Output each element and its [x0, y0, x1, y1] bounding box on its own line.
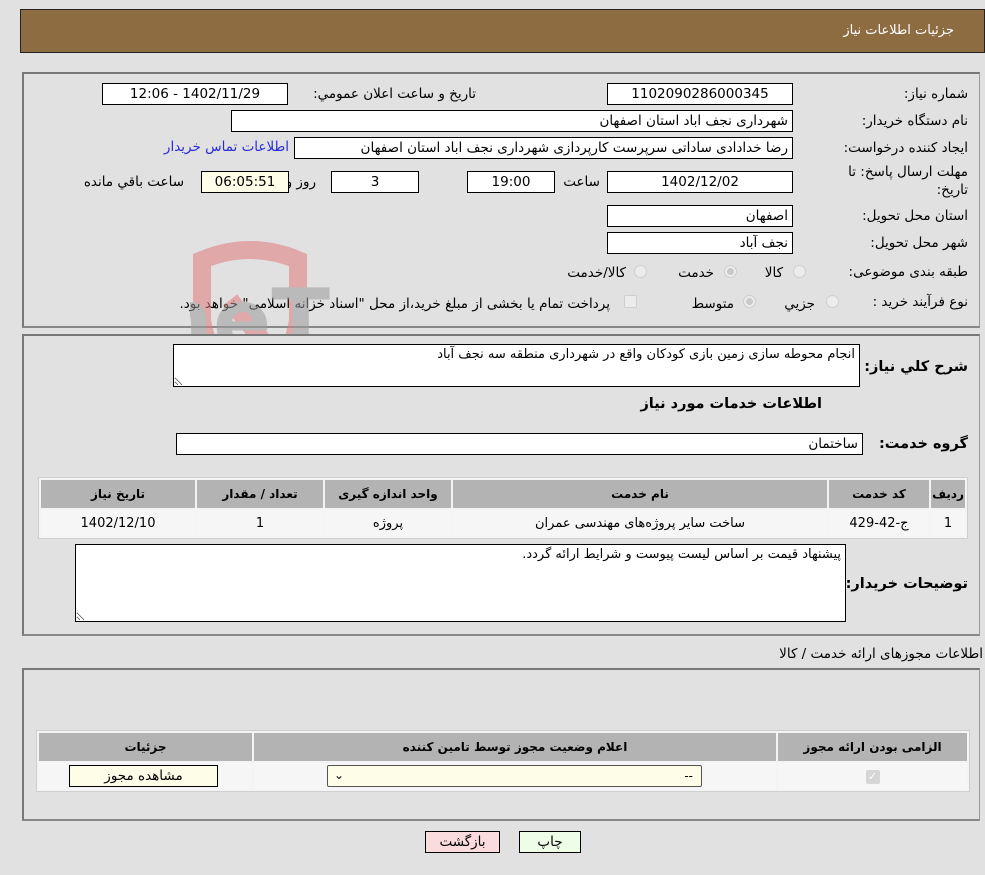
col-permit-required: الزامی بودن ارائه مجوز — [778, 733, 967, 761]
description-textarea[interactable]: انجام محوطه سازی زمین بازی کودکان واقع د… — [173, 344, 860, 387]
days-label: روز و — [285, 174, 316, 190]
col-need-date: تاريخ نياز — [41, 480, 195, 508]
announce-label: تاريخ و ساعت اعلان عمومي: — [313, 86, 476, 102]
page-title-bar: جزئيات اطلاعات نياز — [20, 9, 985, 53]
permits-heading: اطلاعات مجوزهای ارائه خدمت / کالا — [779, 646, 983, 662]
creator-label: ايجاد کننده درخواست: — [843, 140, 968, 156]
col-permit-details: جزئيات — [39, 733, 252, 761]
services-heading: اطلاعات خدمات مورد نياز — [640, 396, 822, 412]
deadline-label: مهلت ارسال پاسخ: تا — [848, 164, 968, 180]
process-radio-medium[interactable] — [743, 295, 756, 308]
permit-status-select[interactable]: -- ⌄ — [327, 765, 702, 787]
description-label: شرح کلي نياز: — [864, 359, 968, 375]
need-number-field: 1102090286000345 — [607, 83, 793, 105]
city-field: نجف آباد — [607, 232, 793, 254]
city-label: شهر محل تحويل: — [870, 235, 968, 251]
cell-quantity: 1 — [197, 510, 323, 536]
deadline-time-field: 19:00 — [467, 171, 555, 193]
deadline-date-field: 1402/12/02 — [607, 171, 793, 193]
col-row-number: رديف — [931, 480, 965, 508]
deadline-time-label: ساعت — [563, 174, 600, 190]
process-option-medium: متوسط — [691, 296, 734, 312]
deadline-label-date: تاريخ: — [936, 182, 968, 198]
province-label: استان محل تحويل: — [862, 208, 968, 224]
treasury-checkbox[interactable] — [624, 295, 637, 308]
services-table-header: رديف کد خدمت نام خدمت واحد اندازه گيری ت… — [41, 480, 965, 508]
page-title: جزئيات اطلاعات نياز — [843, 23, 954, 38]
col-quantity: تعداد / مقدار — [197, 480, 323, 508]
back-button[interactable]: بازگشت — [425, 831, 500, 853]
category-option-goods: کالا — [764, 265, 783, 281]
permit-required-checkbox[interactable]: ✓ — [865, 769, 880, 784]
permit-status-value: -- — [684, 769, 693, 783]
process-type-label: نوع فرآيند خريد : — [872, 294, 968, 310]
view-permit-button[interactable]: مشاهده مجوز — [69, 765, 218, 787]
service-group-field: ساختمان — [176, 433, 863, 455]
col-service-code: کد خدمت — [829, 480, 929, 508]
col-service-name: نام خدمت — [453, 480, 827, 508]
category-option-service: خدمت — [678, 265, 714, 281]
buyer-notes-label: توضيحات خريدار: — [845, 576, 968, 592]
buyer-org-label: نام دستگاه خريدار: — [861, 113, 968, 129]
time-remaining-field: 06:05:51 — [201, 171, 289, 193]
service-group-label: گروه خدمت: — [878, 436, 968, 452]
announce-field: 1402/11/29 - 12:06 — [102, 83, 288, 105]
category-option-goods-service: کالا/خدمت — [567, 265, 626, 281]
permits-table-header: الزامی بودن ارائه مجوز اعلام وضعيت مجوز … — [39, 733, 967, 761]
buyer-org-field: شهرداری نجف اباد استان اصفهان — [231, 110, 793, 132]
cell-service-name: ساخت سایر پروژه‌های مهندسی عمران — [453, 510, 827, 536]
time-remaining-label: ساعت باقي مانده — [83, 174, 184, 190]
province-field: اصفهان — [607, 205, 793, 227]
category-radio-goods[interactable] — [793, 265, 806, 278]
col-permit-status: اعلام وضعيت مجوز توسط تامين کننده — [254, 733, 776, 761]
cell-row-number: 1 — [931, 510, 965, 536]
creator-field: رضا خدادادی ساداتی سرپرست کارپردازی شهرد… — [294, 137, 793, 159]
col-unit: واحد اندازه گيری — [325, 480, 451, 508]
category-radio-goods-service[interactable] — [634, 265, 647, 278]
process-radio-minor[interactable] — [826, 295, 839, 308]
cell-unit: پروژه — [325, 510, 451, 536]
cell-service-code: ج-42-429 — [829, 510, 929, 536]
services-table: رديف کد خدمت نام خدمت واحد اندازه گيری ت… — [38, 477, 968, 539]
treasury-note: پرداخت تمام يا بخشی از مبلغ خريد،از محل … — [179, 296, 610, 312]
chevron-down-icon: ⌄ — [334, 768, 345, 782]
category-radio-service[interactable] — [724, 265, 737, 278]
table-row: 1 ج-42-429 ساخت سایر پروژه‌های مهندسی عم… — [41, 510, 965, 536]
category-label: طبقه بندی موضوعی: — [848, 264, 968, 280]
print-button[interactable]: چاپ — [519, 831, 581, 853]
cell-need-date: 1402/12/10 — [41, 510, 195, 536]
process-option-minor: جزيي — [784, 296, 815, 312]
buyer-notes-textarea[interactable]: پیشنهاد قیمت بر اساس لیست پیوست و شرایط … — [75, 544, 846, 622]
days-remaining-field: 3 — [331, 171, 419, 193]
cell-permit-required: ✓ — [778, 763, 967, 789]
buyer-contact-link[interactable]: اطلاعات تماس خريدار — [164, 139, 289, 155]
need-number-label: شماره نياز: — [903, 86, 968, 102]
